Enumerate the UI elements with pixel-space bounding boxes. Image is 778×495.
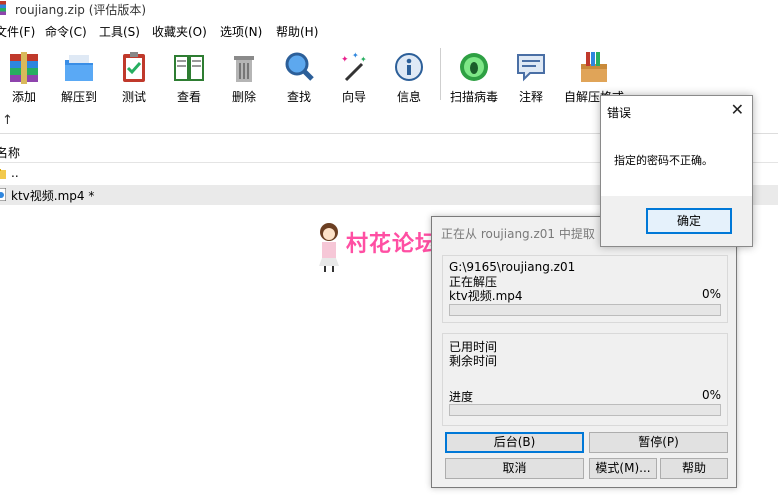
menu-file[interactable]: 文件(F) [0, 23, 35, 40]
menu-tools[interactable]: 工具(S) [99, 23, 140, 40]
info-icon [395, 53, 423, 81]
toolbar-virus-scan-button[interactable]: 扫描病毒 [449, 48, 499, 104]
menu-options[interactable]: 选项(N) [220, 23, 262, 40]
close-icon[interactable]: ✕ [731, 100, 744, 119]
winrar-window: roujiang.zip (评估版本) 文件(F) 命令(C) 工具(S) 收藏… [0, 0, 778, 495]
error-dialog: 错误 ✕ 指定的密码不正确。 确定 [600, 95, 753, 247]
total-progress-label: 进度 [449, 390, 474, 404]
help-button[interactable]: 帮助 [660, 458, 728, 479]
mode-button[interactable]: 模式(M)... [589, 458, 657, 479]
file-name: .. [11, 166, 19, 180]
toolbar-test-button[interactable]: 测试 [109, 48, 159, 104]
toolbar-view-button[interactable]: 查看 [164, 48, 214, 104]
total-progress-bar [449, 404, 721, 416]
svg-text:✦: ✦ [360, 55, 367, 64]
progress-dialog-title: 正在从 roujiang.z01 中提取 [441, 227, 595, 241]
error-dialog-title: 错误 [607, 106, 632, 120]
remaining-time-label: 剩余时间 [449, 354, 498, 368]
delete-icon [234, 56, 254, 82]
watermark-girl-icon [319, 223, 339, 272]
error-dialog-footer: 确定 [601, 196, 752, 246]
toolbar-delete-button[interactable]: 删除 [219, 48, 269, 104]
menu-command[interactable]: 命令(C) [45, 23, 87, 40]
toolbar-comment-button[interactable]: 注释 [506, 48, 556, 104]
error-message: 指定的密码不正确。 [614, 154, 713, 167]
toolbar-info-button[interactable]: 信息 [384, 48, 434, 104]
total-percent: 0% [701, 388, 721, 402]
folder-icon [0, 169, 6, 179]
menu-bar: 文件(F) 命令(C) 工具(S) 收藏夹(O) 选项(N) 帮助(H) [0, 21, 778, 41]
cancel-button[interactable]: 取消 [445, 458, 584, 479]
wizard-icon: ✦ ✦ ✦ [341, 51, 367, 82]
menu-help[interactable]: 帮助(H) [276, 23, 318, 40]
svg-text:✦: ✦ [352, 51, 359, 60]
pause-button[interactable]: 暂停(P) [589, 432, 728, 453]
sfx-icon [581, 52, 607, 82]
title-bar: roujiang.zip (评估版本) [0, 0, 778, 18]
extract-to-icon [65, 55, 93, 81]
toolbar-info-label: 信息 [396, 90, 421, 104]
up-folder-icon[interactable]: ↑ [2, 113, 13, 128]
toolbar-add-button[interactable]: 添加 [0, 48, 49, 104]
toolbar-comment-label: 注释 [518, 90, 543, 104]
add-archive-icon [10, 52, 38, 84]
window-title: roujiang.zip (评估版本) [15, 3, 147, 17]
test-icon [123, 52, 145, 82]
extract-progress-dialog: 正在从 roujiang.z01 中提取 G:\9165\roujiang.z0… [431, 216, 737, 488]
toolbar-wizard-button[interactable]: ✦ ✦ ✦ 向导 [329, 48, 379, 104]
file-percent: 0% [701, 287, 721, 301]
column-header-name[interactable]: 名称 [0, 144, 20, 161]
file-progress-bar [449, 304, 721, 316]
toolbar-find-button[interactable]: 查找 [274, 48, 324, 104]
virus-scan-icon [460, 53, 488, 81]
svg-text:✦: ✦ [341, 55, 349, 65]
comment-icon [517, 54, 545, 82]
ok-button[interactable]: 确定 [646, 208, 732, 234]
find-icon [285, 52, 314, 81]
toolbar-separator [440, 48, 441, 100]
view-icon [174, 55, 204, 81]
background-button[interactable]: 后台(B) [445, 432, 584, 453]
current-file-name: ktv视频.mp4 [449, 289, 523, 303]
video-file-icon [0, 188, 6, 201]
archive-path: G:\9165\roujiang.z01 [449, 260, 576, 274]
file-name: ktv视频.mp4 * [11, 189, 95, 203]
watermark-text: 村花论坛 [346, 231, 439, 257]
time-progress-group: 已用时间 剩余时间 进度 0% [442, 333, 728, 426]
menu-favorites[interactable]: 收藏夹(O) [152, 23, 207, 40]
toolbar-extract-to-button[interactable]: 解压到 [54, 48, 104, 104]
winrar-app-icon [0, 1, 6, 15]
current-file-group: G:\9165\roujiang.z01 正在解压 ktv视频.mp4 0% [442, 255, 728, 323]
